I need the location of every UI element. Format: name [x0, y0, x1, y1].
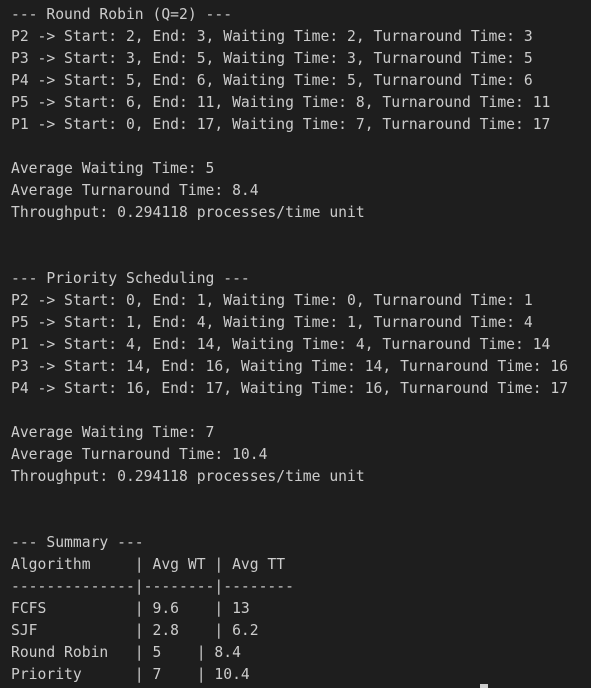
rr-process-p5: P5 -> Start: 6, End: 11, Waiting Time: 8…	[11, 94, 551, 111]
summary-header: --- Summary ---	[11, 534, 144, 551]
summary-table-divider: --------------|--------|--------	[11, 578, 294, 595]
summary-row-fcfs: FCFS | 9.6 | 13	[11, 600, 250, 617]
priority-header: --- Priority Scheduling ---	[11, 270, 250, 287]
rr-avg-turnaround-time: Average Turnaround Time: 8.4	[11, 182, 259, 199]
priority-process-p2: P2 -> Start: 0, End: 1, Waiting Time: 0,…	[11, 292, 533, 309]
summary-row-round-robin: Round Robin | 5 | 8.4	[11, 644, 241, 661]
priority-avg-waiting-time: Average Waiting Time: 7	[11, 424, 215, 441]
rr-throughput: Throughput: 0.294118 processes/time unit	[11, 204, 365, 221]
summary-row-priority: Priority | 7 | 10.4	[11, 666, 250, 683]
rr-process-p2: P2 -> Start: 2, End: 3, Waiting Time: 2,…	[11, 28, 533, 45]
priority-process-p5: P5 -> Start: 1, End: 4, Waiting Time: 1,…	[11, 314, 533, 331]
summary-table-header: Algorithm | Avg WT | Avg TT	[11, 556, 286, 573]
rr-process-p1: P1 -> Start: 0, End: 17, Waiting Time: 7…	[11, 116, 551, 133]
terminal-cursor	[480, 684, 488, 688]
rr-process-p3: P3 -> Start: 3, End: 5, Waiting Time: 3,…	[11, 50, 533, 67]
priority-process-p4: P4 -> Start: 16, End: 17, Waiting Time: …	[11, 380, 569, 397]
priority-throughput: Throughput: 0.294118 processes/time unit	[11, 468, 365, 485]
priority-avg-turnaround-time: Average Turnaround Time: 10.4	[11, 446, 268, 463]
summary-row-sjf: SJF | 2.8 | 6.2	[11, 622, 259, 639]
rr-process-p4: P4 -> Start: 5, End: 6, Waiting Time: 5,…	[11, 72, 533, 89]
priority-process-p1: P1 -> Start: 4, End: 14, Waiting Time: 4…	[11, 336, 551, 353]
round-robin-header: --- Round Robin (Q=2) ---	[11, 6, 233, 23]
terminal-output[interactable]: --- Round Robin (Q=2) --- P2 -> Start: 2…	[0, 0, 591, 688]
rr-avg-waiting-time: Average Waiting Time: 5	[11, 160, 215, 177]
priority-process-p3: P3 -> Start: 14, End: 16, Waiting Time: …	[11, 358, 569, 375]
